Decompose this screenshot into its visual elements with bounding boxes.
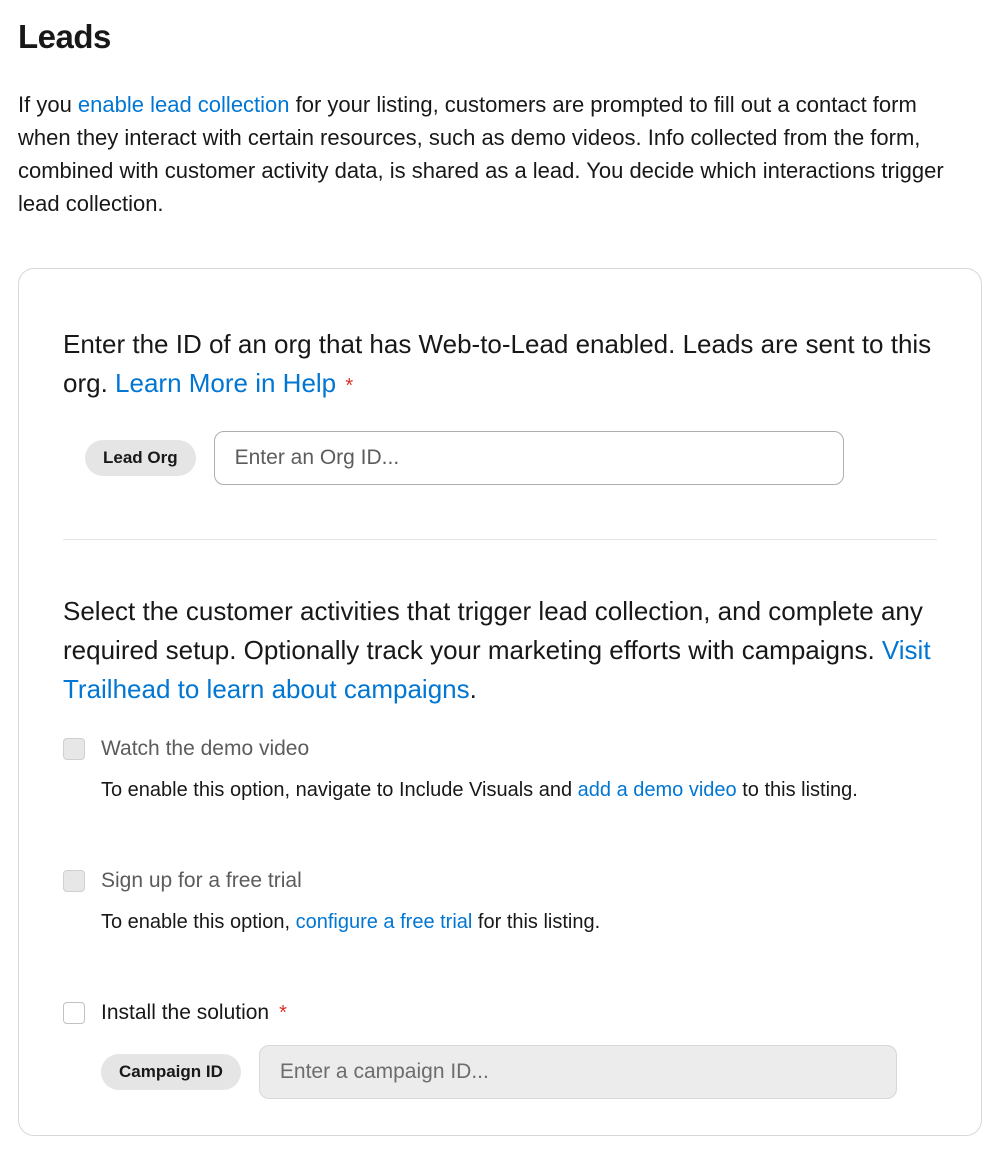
configure-free-trial-link[interactable]: configure a free trial [296,911,473,933]
install-solution-label: Install the solution [101,1001,269,1025]
option-install-solution: Install the solution * Campaign ID [63,1001,937,1099]
option-watch-demo: Watch the demo video To enable this opti… [63,737,937,805]
org-section-heading: Enter the ID of an org that has Web-to-L… [63,325,937,403]
required-indicator: * [279,1002,287,1025]
help-prefix: To enable this option, [101,911,296,933]
lead-org-pill: Lead Org [85,440,196,476]
activities-heading-text: Select the customer activities that trig… [63,596,923,665]
watch-demo-help: To enable this option, navigate to Inclu… [101,775,937,805]
watch-demo-label: Watch the demo video [101,737,309,761]
learn-more-help-link[interactable]: Learn More in Help [115,368,336,398]
leads-card: Enter the ID of an org that has Web-to-L… [18,268,982,1136]
lead-org-input[interactable] [214,431,844,485]
section-divider [63,539,937,540]
required-indicator: * [345,375,353,397]
install-solution-checkbox[interactable] [63,1002,85,1024]
free-trial-help: To enable this option, configure a free … [101,907,937,937]
intro-paragraph: If you enable lead collection for your l… [18,88,958,220]
watch-demo-checkbox[interactable] [63,738,85,760]
campaign-id-input[interactable] [259,1045,897,1099]
intro-prefix: If you [18,92,78,117]
campaign-id-row: Campaign ID [101,1045,937,1099]
help-suffix: to this listing. [737,779,858,801]
option-row: Sign up for a free trial [63,869,937,893]
option-row: Watch the demo video [63,737,937,761]
help-prefix: To enable this option, navigate to Inclu… [101,779,578,801]
activities-section-heading: Select the customer activities that trig… [63,592,937,709]
option-row: Install the solution * [63,1001,937,1025]
activities-heading-suffix: . [470,674,477,704]
page-title: Leads [18,18,982,56]
free-trial-checkbox[interactable] [63,870,85,892]
campaign-id-pill: Campaign ID [101,1054,241,1090]
help-suffix: for this listing. [472,911,600,933]
enable-lead-collection-link[interactable]: enable lead collection [78,92,290,117]
option-free-trial: Sign up for a free trial To enable this … [63,869,937,937]
free-trial-label: Sign up for a free trial [101,869,302,893]
add-demo-video-link[interactable]: add a demo video [578,779,737,801]
lead-org-field-row: Lead Org [85,431,937,485]
